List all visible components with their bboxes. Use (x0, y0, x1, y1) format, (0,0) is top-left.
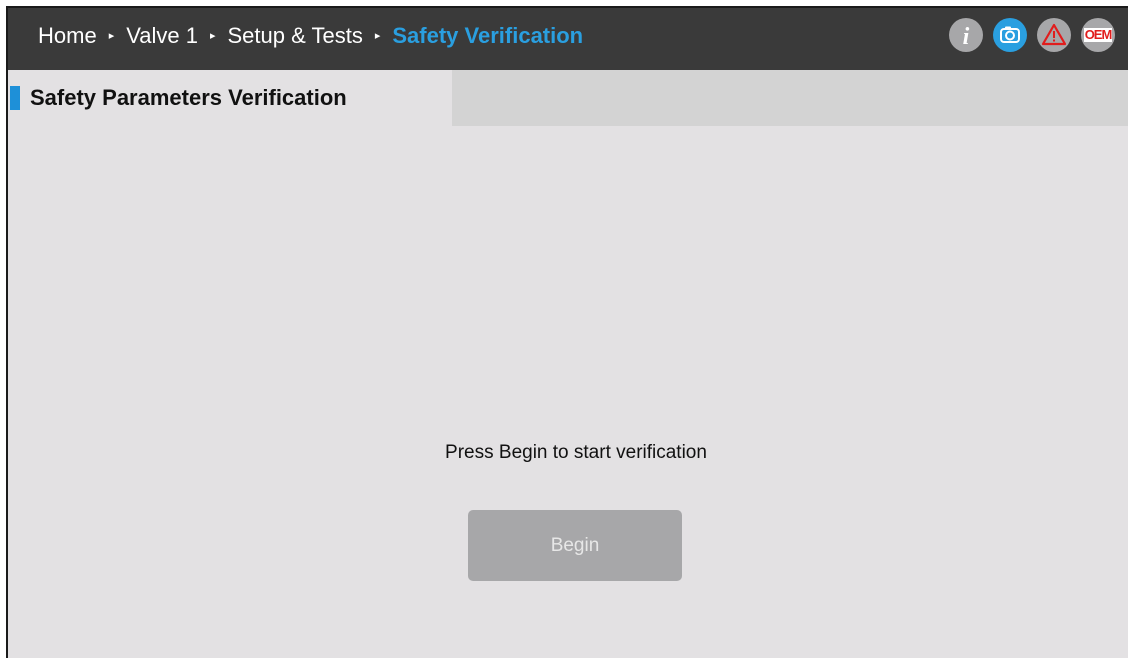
oem-icon: OEM (1083, 27, 1113, 42)
instruction-text: Press Begin to start verification (445, 442, 707, 463)
oem-button[interactable]: OEM (1081, 18, 1115, 52)
tab-safety-parameters-verification[interactable]: Safety Parameters Verification (8, 70, 452, 126)
breadcrumb-setup-tests[interactable]: Setup & Tests (228, 23, 363, 49)
alarm-icon (1041, 23, 1067, 46)
info-icon: i (963, 24, 970, 50)
tab-label: Safety Parameters Verification (30, 85, 347, 110)
breadcrumb-current: Safety Verification (392, 23, 584, 48)
info-button[interactable]: i (949, 18, 983, 52)
breadcrumb-separator-icon: ▸ (108, 29, 115, 42)
breadcrumb-home[interactable]: Home (38, 23, 97, 49)
alarm-button[interactable] (1037, 18, 1071, 52)
breadcrumb-valve[interactable]: Valve 1 (126, 23, 198, 49)
begin-button[interactable]: Begin (468, 510, 682, 581)
camera-button[interactable] (993, 18, 1027, 52)
breadcrumb-separator-icon: ▸ (374, 29, 381, 42)
breadcrumb-separator-icon: ▸ (209, 29, 216, 42)
breadcrumb: Home ▸ Valve 1 ▸ Setup & Tests ▸ Safety … (38, 8, 583, 64)
app-window: Home ▸ Valve 1 ▸ Setup & Tests ▸ Safety … (6, 6, 1128, 658)
tab-bar: Safety Parameters Verification (8, 70, 1128, 126)
camera-icon (1000, 26, 1020, 43)
top-bar: Home ▸ Valve 1 ▸ Setup & Tests ▸ Safety … (8, 8, 1128, 70)
tab-active-marker (10, 86, 20, 110)
toolbar-icons: i OEM (949, 18, 1115, 52)
svg-text:i: i (963, 24, 970, 50)
